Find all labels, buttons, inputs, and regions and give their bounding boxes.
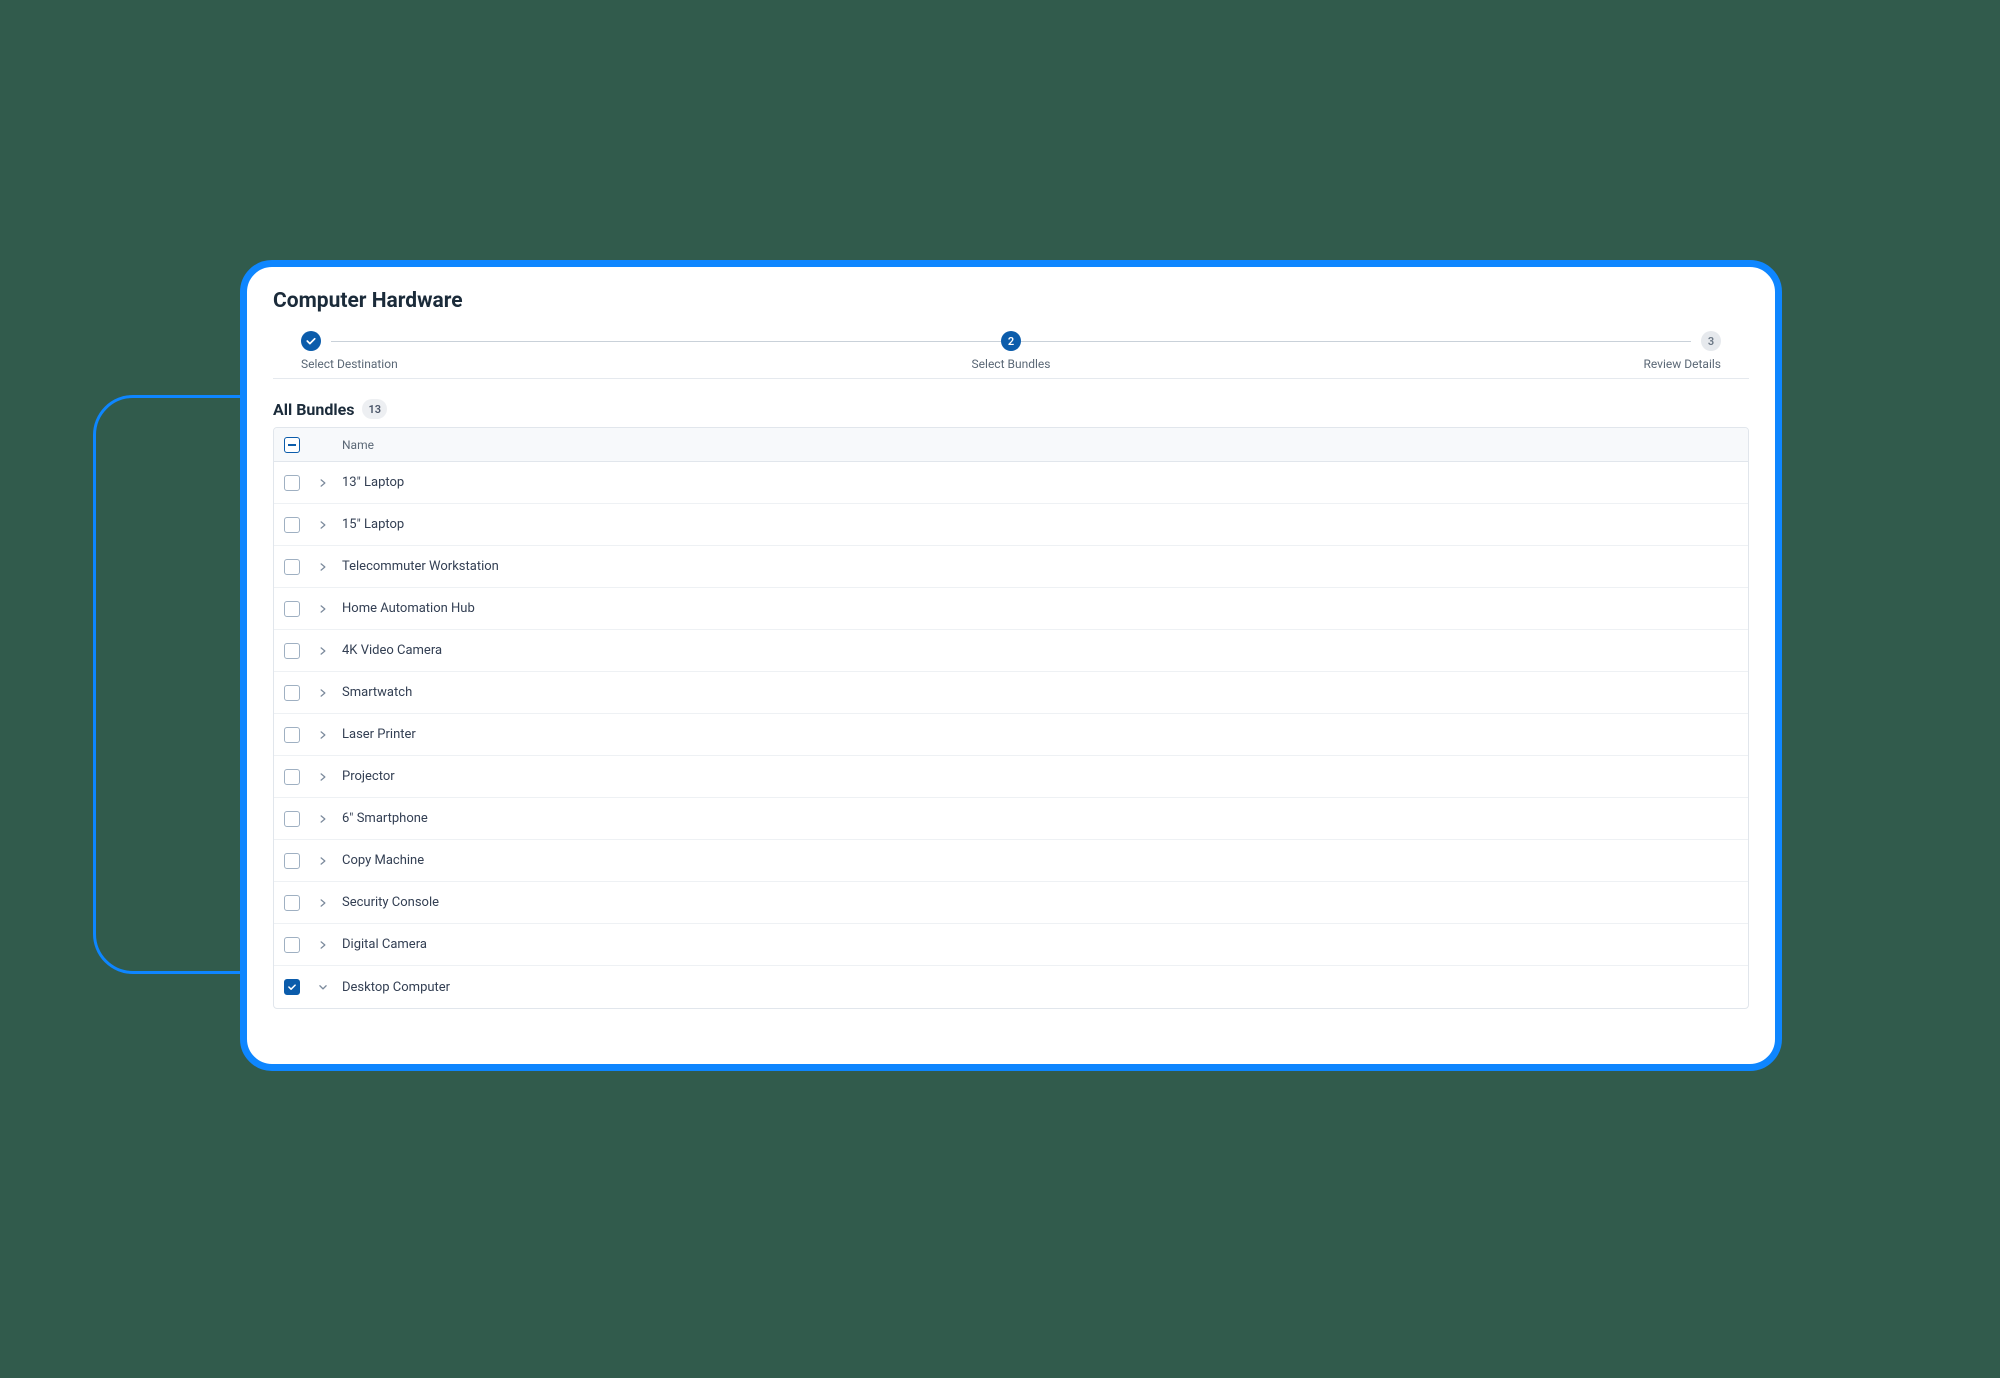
table-row[interactable]: 15" Laptop: [274, 504, 1748, 546]
row-checkbox[interactable]: [284, 937, 300, 953]
bundle-name: Security Console: [342, 895, 1738, 910]
row-checkbox[interactable]: [284, 769, 300, 785]
chevron-right-icon[interactable]: [316, 856, 330, 866]
row-checkbox[interactable]: [284, 643, 300, 659]
step-select-bundles[interactable]: 2 Select Bundles: [941, 331, 1081, 371]
bundle-name: Telecommuter Workstation: [342, 559, 1738, 574]
bundle-name: Copy Machine: [342, 853, 1738, 868]
chevron-right-icon[interactable]: [316, 520, 330, 530]
row-checkbox[interactable]: [284, 685, 300, 701]
table-row[interactable]: 4K Video Camera: [274, 630, 1748, 672]
table-row[interactable]: Desktop Computer: [274, 966, 1748, 1008]
table-row[interactable]: Telecommuter Workstation: [274, 546, 1748, 588]
row-checkbox[interactable]: [284, 517, 300, 533]
row-checkbox[interactable]: [284, 601, 300, 617]
table-row[interactable]: 13" Laptop: [274, 462, 1748, 504]
wizard-card: Computer Hardware Select Destination 2 S…: [240, 260, 1782, 1071]
chevron-right-icon[interactable]: [316, 562, 330, 572]
page-title: Computer Hardware: [273, 289, 1749, 313]
chevron-right-icon[interactable]: [316, 772, 330, 782]
step-label: Review Details: [1644, 357, 1722, 371]
bundle-name: Laser Printer: [342, 727, 1738, 742]
table-row[interactable]: Copy Machine: [274, 840, 1748, 882]
table-row[interactable]: Smartwatch: [274, 672, 1748, 714]
chevron-right-icon[interactable]: [316, 478, 330, 488]
bundle-name: Smartwatch: [342, 685, 1738, 700]
table-row[interactable]: Laser Printer: [274, 714, 1748, 756]
chevron-right-icon[interactable]: [316, 646, 330, 656]
bundle-name: 4K Video Camera: [342, 643, 1738, 658]
chevron-right-icon[interactable]: [316, 898, 330, 908]
table-row[interactable]: Home Automation Hub: [274, 588, 1748, 630]
chevron-down-icon[interactable]: [316, 982, 330, 992]
chevron-right-icon[interactable]: [316, 730, 330, 740]
column-header-name[interactable]: Name: [342, 438, 374, 452]
row-checkbox[interactable]: [284, 811, 300, 827]
table-row[interactable]: Projector: [274, 756, 1748, 798]
bundle-name: 13" Laptop: [342, 475, 1738, 490]
bundles-count-badge: 13: [362, 399, 387, 419]
step-dot-upcoming: 3: [1701, 331, 1721, 351]
row-checkbox[interactable]: [284, 727, 300, 743]
bundle-name: Desktop Computer: [342, 980, 1738, 995]
row-checkbox[interactable]: [284, 475, 300, 491]
bundle-name: Projector: [342, 769, 1738, 784]
row-checkbox[interactable]: [284, 853, 300, 869]
step-review-details[interactable]: 3 Review Details: [1581, 331, 1721, 371]
bundle-name: 6" Smartphone: [342, 811, 1738, 826]
chevron-right-icon[interactable]: [316, 940, 330, 950]
progress-stepper: Select Destination 2 Select Bundles 3 Re…: [273, 331, 1749, 379]
step-select-destination[interactable]: Select Destination: [301, 331, 441, 371]
chevron-right-icon[interactable]: [316, 814, 330, 824]
row-checkbox[interactable]: [284, 559, 300, 575]
bundles-table: Name 13" Laptop 15" Laptop Telecommuter Wo…: [273, 427, 1749, 1009]
row-checkbox[interactable]: [284, 895, 300, 911]
row-checkbox[interactable]: [284, 979, 300, 995]
step-label: Select Bundles: [972, 357, 1051, 371]
bundle-name: Home Automation Hub: [342, 601, 1738, 616]
chevron-right-icon[interactable]: [316, 688, 330, 698]
table-header-row: Name: [274, 428, 1748, 462]
step-dot-current: 2: [1001, 331, 1021, 351]
table-row[interactable]: Digital Camera: [274, 924, 1748, 966]
step-label: Select Destination: [301, 357, 398, 371]
chevron-right-icon[interactable]: [316, 604, 330, 614]
select-all-checkbox[interactable]: [284, 437, 300, 453]
checkmark-icon: [301, 331, 321, 351]
table-row[interactable]: Security Console: [274, 882, 1748, 924]
bundle-name: 15" Laptop: [342, 517, 1738, 532]
bundles-section-header: All Bundles 13: [273, 399, 1749, 419]
table-row[interactable]: 6" Smartphone: [274, 798, 1748, 840]
bundle-name: Digital Camera: [342, 937, 1738, 952]
bundles-title: All Bundles: [273, 400, 354, 419]
